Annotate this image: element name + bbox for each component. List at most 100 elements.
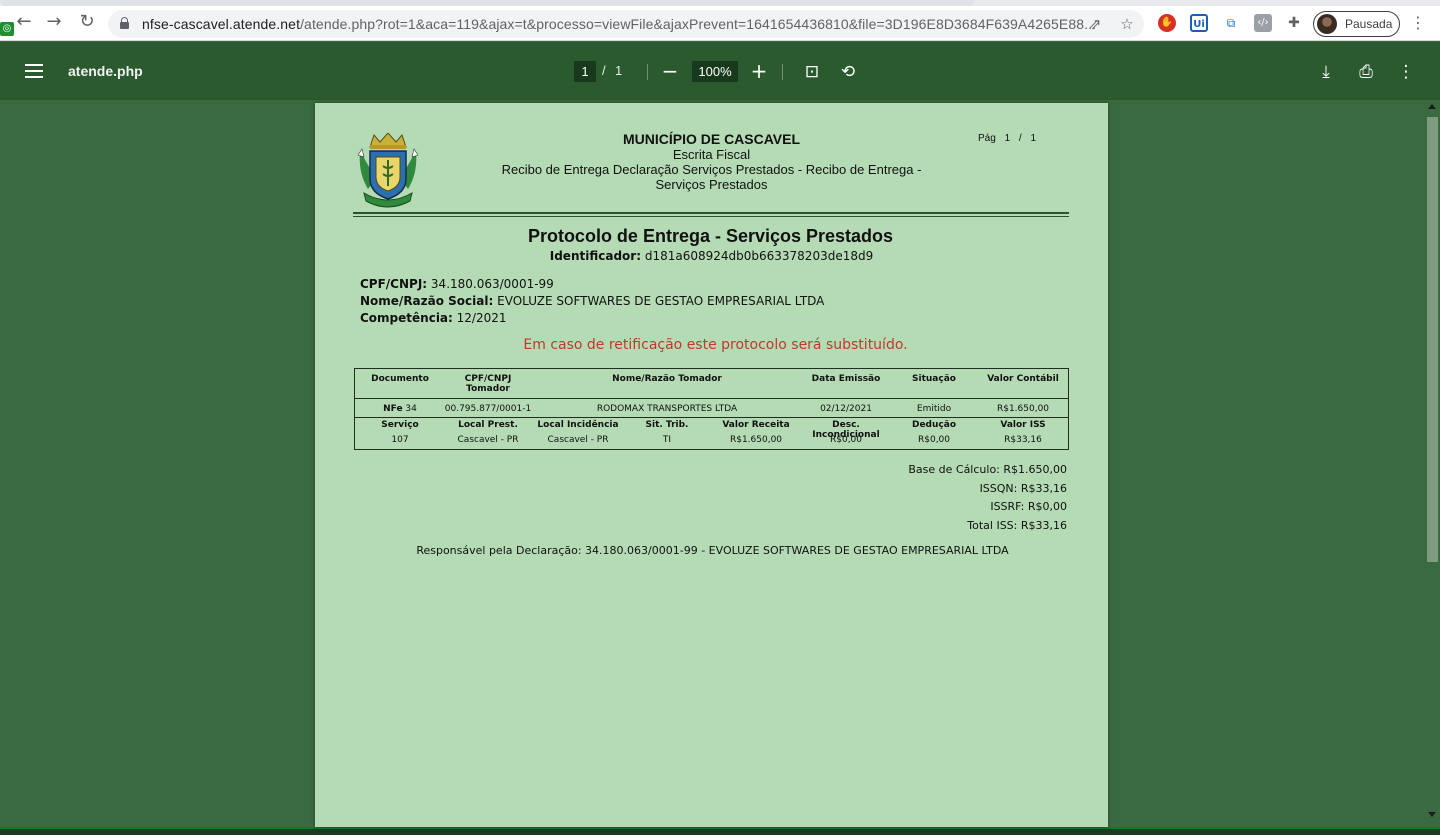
cell-cpf-tomador: 00.795.877/0001-1 <box>444 404 532 414</box>
pdf-title: atende.php <box>68 63 143 79</box>
active-tab-edge[interactable] <box>0 0 975 6</box>
scroll-up-arrow[interactable] <box>1428 104 1436 109</box>
zoom-in-icon[interactable]: + <box>748 60 770 82</box>
document-title: Protocolo de Entrega - Serviços Prestado… <box>527 226 894 246</box>
more-options-icon[interactable]: ⋮ <box>1395 61 1417 83</box>
nome-label: Nome/Razão Social: <box>360 294 494 308</box>
header-rule-thin <box>353 216 1069 217</box>
responsavel-line: Responsável pela Declaração: 34.180.063/… <box>416 544 1009 557</box>
cascavel-crest-logo <box>357 133 419 208</box>
url-text[interactable]: nfse-cascavel.atende.net/atende.php?rot=… <box>142 16 1096 32</box>
tab-strip <box>0 0 1440 6</box>
cell-valor-contabil: R$1.650,00 <box>996 404 1050 414</box>
bookmark-star-icon[interactable]: ☆ <box>1118 15 1136 33</box>
identifier-line: Identificador: d181a608924db0b663378203d… <box>315 249 1108 263</box>
toolbar-divider <box>647 64 648 80</box>
col-situacao: Situação <box>912 374 956 384</box>
competencia-value: 12/2021 <box>456 311 507 325</box>
cell-desc-incondicional: R$0,00 <box>829 435 863 445</box>
col-data-emissao: Data Emissão <box>811 374 881 384</box>
pdf-toolbar: atende.php 1 / 1 − 100% + ⊡ ⟲ ⤓ ⎙ ⋮ <box>0 42 1440 100</box>
zoom-out-icon[interactable]: − <box>659 60 681 82</box>
menu-icon[interactable] <box>25 64 43 78</box>
extension-blue-icon[interactable]: ⧉ <box>1222 14 1240 32</box>
cpf-value: 34.180.063/0001-99 <box>430 277 554 291</box>
cell-data-emissao: 02/12/2021 <box>820 404 872 414</box>
zoom-input[interactable]: 100% <box>692 61 738 82</box>
issqn-total: ISSQN: R$33,16 <box>979 481 1067 495</box>
scroll-thumb[interactable] <box>1427 117 1438 562</box>
issrf-total: ISSRF: R$0,00 <box>990 500 1067 514</box>
col-valor-receita: Valor Receita <box>722 420 790 430</box>
cell-valor-iss: R$33,16 <box>1004 435 1042 445</box>
cell-doc-type: NFe <box>383 404 403 414</box>
toolbar-divider <box>782 64 783 80</box>
table-row: NFe 34 00.795.877/0001-1 RODOMAX TRANSPO… <box>355 399 1068 418</box>
extensions-puzzle-icon[interactable]: ✚ <box>1285 14 1303 32</box>
address-bar[interactable]: nfse-cascavel.atende.net/atende.php?rot=… <box>108 10 1144 38</box>
extension-code-icon[interactable]: ‹/› <box>1254 14 1272 32</box>
page-total: 1 <box>615 63 623 78</box>
identifier-value: d181a608924db0b663378203de18d9 <box>644 249 874 263</box>
col-deducao: Dedução <box>911 420 956 430</box>
profile-label: Pausada <box>1345 17 1393 31</box>
page-number-input[interactable]: 1 <box>574 61 596 82</box>
share-icon[interactable]: ⇗ <box>1086 15 1104 33</box>
receipt-subtitle-line2: Serviços Prestados <box>655 177 768 192</box>
browser-toolbar: ◎ ← → ↻ nfse-cascavel.atende.net/atende.… <box>0 0 1440 41</box>
chrome-menu-icon[interactable]: ⋮ <box>1409 14 1427 32</box>
col-local-incidencia: Local Incidência <box>537 420 619 430</box>
receipt-subtitle-line1: Recibo de Entrega Declaração Serviços Pr… <box>501 162 922 177</box>
forward-icon[interactable]: → <box>44 12 64 32</box>
url-path: /atende.php?rot=1&aca=119&ajax=t&process… <box>300 16 1097 32</box>
rectification-warning: Em caso de retificação este protocolo se… <box>523 337 908 353</box>
col-valor-iss: Valor ISS <box>1000 420 1046 430</box>
col-documento: Documento <box>371 374 429 384</box>
col-cpf-tomador-line1: CPF/CNPJ <box>464 374 512 384</box>
col-sit-trib: Sit. Trib. <box>645 420 689 430</box>
col-cpf-tomador: CPF/CNPJ Tomador <box>445 374 531 394</box>
document-header: MUNICÍPIO DE CASCAVEL Escrita Fiscal Rec… <box>465 131 958 193</box>
pdf-page: MUNICÍPIO DE CASCAVEL Escrita Fiscal Rec… <box>315 103 1108 827</box>
vertical-scrollbar[interactable] <box>1425 100 1440 827</box>
totals-block: Base de Cálculo: R$1.650,00 ISSQN: R$33,… <box>908 461 1067 536</box>
cell-deducao: R$0,00 <box>917 435 951 445</box>
table-header-row: Documento CPF/CNPJ Tomador Nome/Razão Tom… <box>355 369 1068 399</box>
cell-valor-receita: R$1.650,00 <box>729 435 783 445</box>
col-valor-contabil: Valor Contábil <box>987 374 1059 384</box>
adblock-icon[interactable]: ✋ <box>1158 14 1176 32</box>
profile-button[interactable]: Pausada <box>1313 11 1400 37</box>
page-separator: / <box>602 63 606 78</box>
total-iss: Total ISS: R$33,16 <box>967 519 1067 533</box>
nome-value: EVOLUZE SOFTWARES DE GESTAO EMPRESARIAL … <box>497 294 825 308</box>
col-servico: Serviço <box>381 420 419 430</box>
cell-doc-num: 34 <box>405 404 417 414</box>
cell-local-incidencia: Cascavel - PR <box>547 435 609 445</box>
download-icon[interactable]: ⤓ <box>1315 61 1337 83</box>
extension-green-icon[interactable]: ◎ <box>0 22 14 36</box>
competencia-field: Competência: 12/2021 <box>360 310 824 327</box>
avatar <box>1317 14 1337 34</box>
print-icon[interactable]: ⎙ <box>1355 61 1377 83</box>
reload-icon[interactable]: ↻ <box>77 12 97 32</box>
municipality-name: MUNICÍPIO DE CASCAVEL <box>622 131 801 147</box>
base-calculo: Base de Cálculo: R$1.650,00 <box>908 463 1067 476</box>
service-header-row: Serviço Local Prest. Local Incidência Si… <box>355 418 1068 440</box>
cell-documento: NFe 34 <box>363 404 437 414</box>
col-cpf-tomador-line2: Tomador <box>466 384 510 394</box>
fit-page-icon[interactable]: ⊡ <box>801 61 823 83</box>
nome-field: Nome/Razão Social: EVOLUZE SOFTWARES DE … <box>360 293 824 310</box>
cell-sit-trib: TI <box>662 435 672 445</box>
rotate-icon[interactable]: ⟲ <box>837 61 859 83</box>
cell-servico: 107 <box>391 435 409 445</box>
lock-icon[interactable] <box>120 17 129 29</box>
services-table: Documento CPF/CNPJ Tomador Nome/Razão Tom… <box>354 368 1069 450</box>
extension-ui-icon[interactable]: Ui <box>1190 14 1208 32</box>
header-rule <box>353 212 1069 214</box>
scroll-down-arrow[interactable] <box>1428 812 1436 817</box>
cpf-field: CPF/CNPJ: 34.180.063/0001-99 <box>360 276 824 293</box>
taskbar-edge <box>0 827 1440 835</box>
back-icon[interactable]: ← <box>14 12 34 32</box>
url-host: nfse-cascavel.atende.net <box>142 16 301 32</box>
cell-nome-tomador: RODOMAX TRANSPORTES LTDA <box>596 404 738 414</box>
